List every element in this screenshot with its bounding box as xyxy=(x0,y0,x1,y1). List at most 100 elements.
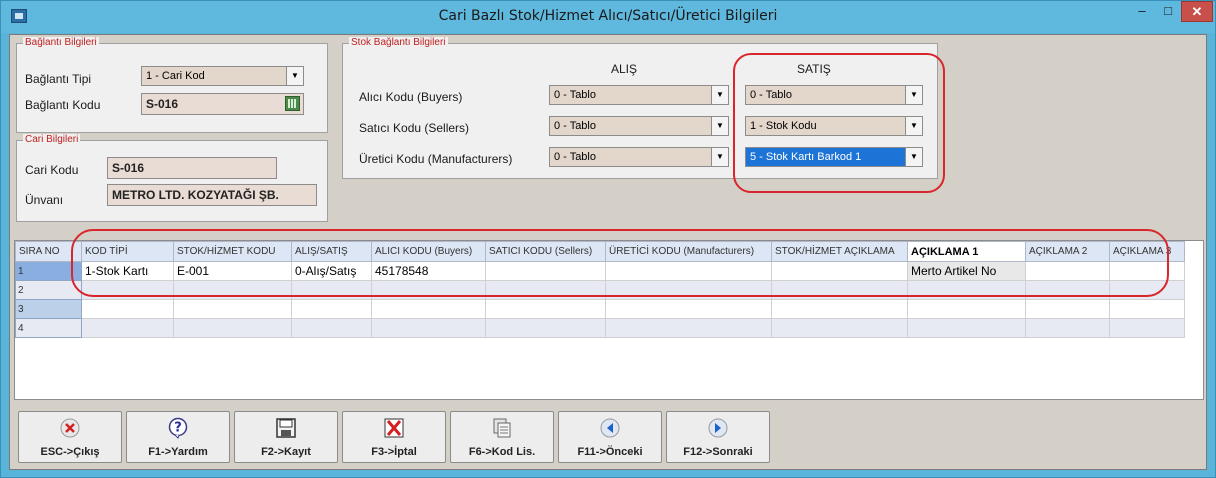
col-header[interactable]: AÇIKLAMA 2 xyxy=(1025,241,1110,262)
previous-button[interactable]: F11->Önceki xyxy=(558,411,662,463)
table-cell[interactable] xyxy=(485,299,606,319)
alici-kodu-label: Alıcı Kodu (Buyers) xyxy=(359,90,463,104)
table-cell[interactable] xyxy=(605,318,772,338)
chevron-down-icon[interactable]: ▼ xyxy=(905,86,922,104)
cancel-button[interactable]: F3->İptal xyxy=(342,411,446,463)
row-number[interactable]: 2 xyxy=(15,280,82,300)
col-header[interactable]: AÇIKLAMA 1 xyxy=(907,241,1026,262)
cancel-circle-icon xyxy=(60,418,80,438)
table-cell[interactable] xyxy=(771,318,908,338)
table-cell[interactable] xyxy=(605,299,772,319)
previous-button-label: F11->Önceki xyxy=(577,446,643,458)
col-header[interactable]: STOK/HİZMET AÇIKLAMA xyxy=(771,241,908,262)
col-header[interactable]: ÜRETİCİ KODU (Manufacturers) xyxy=(605,241,772,262)
table-cell[interactable] xyxy=(81,280,174,300)
code-list-button[interactable]: F6->Kod Lis. xyxy=(450,411,554,463)
table-cell[interactable] xyxy=(771,280,908,300)
chevron-down-icon[interactable]: ▼ xyxy=(711,86,728,104)
table-cell[interactable] xyxy=(1025,299,1110,319)
baglanti-group: Bağlantı Bilgileri Bağlantı Tipi 1 - Car… xyxy=(16,37,328,133)
table-cell[interactable] xyxy=(371,299,486,319)
table-cell[interactable] xyxy=(81,299,174,319)
baglanti-kodu-value: S-016 xyxy=(146,97,179,111)
table-cell[interactable] xyxy=(1109,318,1185,338)
lookup-grid-icon[interactable] xyxy=(285,96,300,111)
table-cell[interactable] xyxy=(605,261,772,281)
row-number[interactable]: 3 xyxy=(15,299,82,319)
table-row[interactable]: 1 1-Stok Kartı E-001 0-Alış/Satış 451785… xyxy=(15,261,1185,281)
cari-legend: Cari Bilgileri xyxy=(23,134,81,145)
table-cell[interactable]: E-001 xyxy=(173,261,292,281)
window-title: Cari Bazlı Stok/Hizmet Alıcı/Satıcı/Üret… xyxy=(438,8,778,24)
table-cell[interactable] xyxy=(485,318,606,338)
baglanti-kodu-field[interactable]: S-016 xyxy=(141,93,304,115)
table-cell[interactable] xyxy=(1025,261,1110,281)
table-cell[interactable] xyxy=(291,280,372,300)
table-cell[interactable] xyxy=(1025,280,1110,300)
table-cell[interactable] xyxy=(1109,299,1185,319)
col-header[interactable]: SATICI KODU (Sellers) xyxy=(485,241,606,262)
table-cell[interactable] xyxy=(907,318,1026,338)
table-row[interactable]: 3 xyxy=(15,299,1185,319)
table-cell[interactable] xyxy=(173,280,292,300)
arrow-right-icon xyxy=(708,418,728,438)
help-button[interactable]: ? F1->Yardım xyxy=(126,411,230,463)
svg-text:?: ? xyxy=(174,421,182,436)
table-row[interactable]: 2 xyxy=(15,280,1185,300)
row-number[interactable]: 1 xyxy=(15,261,82,281)
close-button[interactable]: ✕ xyxy=(1181,1,1213,22)
uretici-alis-select[interactable]: 0 - Tablo ▼ xyxy=(549,147,729,167)
unvan-field[interactable]: METRO LTD. KOZYATAĞI ŞB. xyxy=(107,184,317,206)
table-cell[interactable] xyxy=(1109,261,1185,281)
table-cell[interactable] xyxy=(81,318,174,338)
table-cell[interactable]: 45178548 xyxy=(371,261,486,281)
baglanti-tipi-select[interactable]: 1 - Cari Kod ▼ xyxy=(141,66,304,86)
list-icon xyxy=(493,418,511,438)
table-cell[interactable] xyxy=(291,318,372,338)
data-grid[interactable]: SIRA NO KOD TİPİ STOK/HİZMET KODU ALIŞ/S… xyxy=(14,240,1204,400)
col-header[interactable]: SIRA NO xyxy=(15,241,82,262)
maximize-button[interactable]: □ xyxy=(1155,1,1181,22)
table-cell[interactable]: Merto Artikel No xyxy=(907,261,1026,281)
minimize-button[interactable]: – xyxy=(1129,1,1155,22)
table-cell[interactable] xyxy=(1109,280,1185,300)
table-cell[interactable] xyxy=(771,299,908,319)
col-header[interactable]: KOD TİPİ xyxy=(81,241,174,262)
row-number[interactable]: 4 xyxy=(15,318,82,338)
table-cell[interactable] xyxy=(771,261,908,281)
table-cell[interactable]: 1-Stok Kartı xyxy=(81,261,174,281)
chevron-down-icon[interactable]: ▼ xyxy=(905,117,922,135)
alici-satis-select[interactable]: 0 - Tablo ▼ xyxy=(745,85,923,105)
table-row[interactable]: 4 xyxy=(15,318,1185,338)
col-header[interactable]: STOK/HİZMET KODU xyxy=(173,241,292,262)
uretici-satis-select[interactable]: 5 - Stok Kartı Barkod 1 ▼ xyxy=(745,147,923,167)
exit-button[interactable]: ESC->Çıkış xyxy=(18,411,122,463)
table-cell[interactable] xyxy=(173,318,292,338)
chevron-down-icon[interactable]: ▼ xyxy=(286,67,303,85)
cari-kodu-label: Cari Kodu xyxy=(25,163,79,177)
col-header[interactable]: ALIŞ/SATIŞ xyxy=(291,241,372,262)
chevron-down-icon[interactable]: ▼ xyxy=(711,117,728,135)
save-button[interactable]: F2->Kayıt xyxy=(234,411,338,463)
table-cell[interactable] xyxy=(173,299,292,319)
col-header[interactable]: ALICI KODU (Buyers) xyxy=(371,241,486,262)
table-cell[interactable] xyxy=(907,299,1026,319)
next-button[interactable]: F12->Sonraki xyxy=(666,411,770,463)
table-cell[interactable] xyxy=(371,318,486,338)
table-cell[interactable] xyxy=(605,280,772,300)
app-window: Cari Bazlı Stok/Hizmet Alıcı/Satıcı/Üret… xyxy=(0,0,1216,478)
chevron-down-icon[interactable]: ▼ xyxy=(905,148,922,166)
satici-satis-select[interactable]: 1 - Stok Kodu ▼ xyxy=(745,116,923,136)
cari-kodu-field[interactable]: S-016 xyxy=(107,157,277,179)
col-header[interactable]: AÇIKLAMA 3 xyxy=(1109,241,1185,262)
table-cell[interactable]: 0-Alış/Satış xyxy=(291,261,372,281)
table-cell[interactable] xyxy=(291,299,372,319)
table-cell[interactable] xyxy=(485,280,606,300)
chevron-down-icon[interactable]: ▼ xyxy=(711,148,728,166)
alici-alis-select[interactable]: 0 - Tablo ▼ xyxy=(549,85,729,105)
table-cell[interactable] xyxy=(485,261,606,281)
table-cell[interactable] xyxy=(907,280,1026,300)
satici-alis-select[interactable]: 0 - Tablo ▼ xyxy=(549,116,729,136)
table-cell[interactable] xyxy=(371,280,486,300)
table-cell[interactable] xyxy=(1025,318,1110,338)
